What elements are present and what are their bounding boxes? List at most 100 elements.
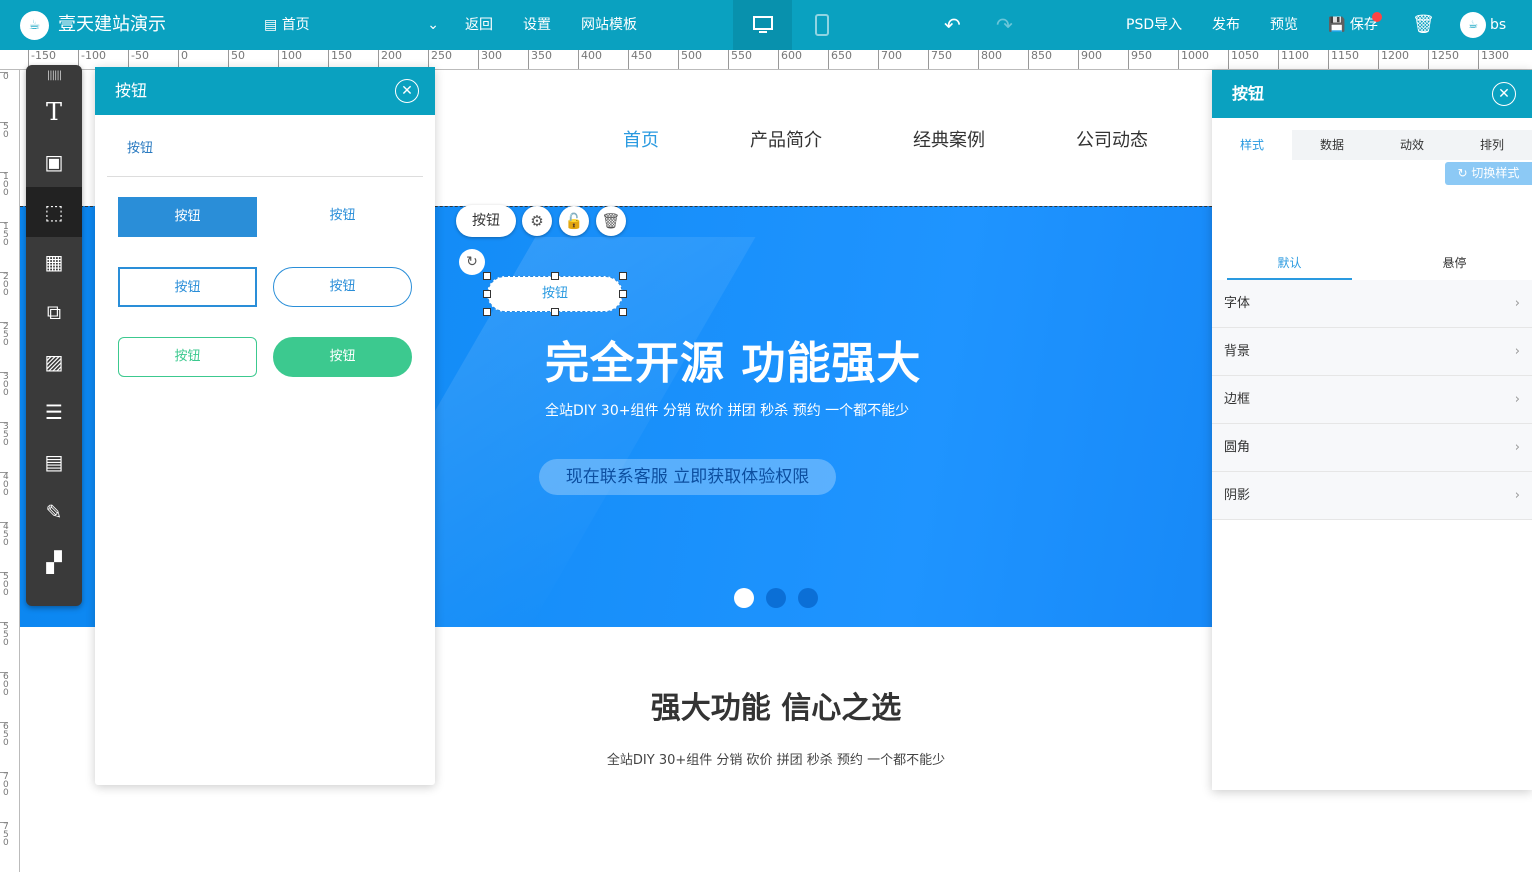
- resize-handle[interactable]: [551, 308, 559, 316]
- ruler-tick: 150: [0, 222, 9, 248]
- switch-style-label: 切换样式: [1471, 166, 1520, 180]
- save-icon: 💾: [1328, 17, 1346, 33]
- prop-shadow[interactable]: 阴影 ›: [1212, 472, 1532, 520]
- psd-import-button[interactable]: PSD导入: [1126, 0, 1182, 50]
- desktop-view-icon[interactable]: [733, 0, 792, 50]
- ruler-tick: 700: [0, 772, 9, 798]
- resize-handle[interactable]: [483, 290, 491, 298]
- resize-handle[interactable]: [483, 272, 491, 280]
- banner-subtitle: 全站DIY 30+组件 分销 砍价 拼团 秒杀 预约 一个都不能少: [545, 403, 910, 419]
- refresh-icon: ↻: [1457, 166, 1472, 180]
- resize-handle[interactable]: [619, 308, 627, 316]
- prop-label: 字体: [1224, 296, 1251, 311]
- menu-tool-icon[interactable]: ☰: [26, 387, 82, 437]
- user-name[interactable]: bs: [1490, 0, 1506, 50]
- ruler-tick: 350: [0, 422, 9, 448]
- ruler-tick: 1250: [1428, 50, 1459, 69]
- mobile-view-icon[interactable]: [792, 0, 851, 50]
- prop-border[interactable]: 边框 ›: [1212, 376, 1532, 424]
- save-button[interactable]: 💾 保存: [1328, 0, 1382, 50]
- ruler-tick: 200: [0, 272, 9, 298]
- lock-icon[interactable]: 🔓: [559, 206, 589, 236]
- avatar[interactable]: ☕: [1460, 12, 1486, 38]
- button-style-solid[interactable]: 按钮: [118, 197, 257, 237]
- trash-icon[interactable]: 🗑: [596, 206, 626, 236]
- resize-handle[interactable]: [619, 272, 627, 280]
- page-select[interactable]: ▤ 首页 ⌄: [264, 0, 439, 50]
- resize-handle[interactable]: [619, 290, 627, 298]
- category-label[interactable]: 按钮: [127, 137, 153, 156]
- site-nav-products[interactable]: 产品简介: [750, 126, 822, 152]
- text-tool-icon[interactable]: T: [26, 87, 82, 137]
- trash-icon[interactable]: 🗑: [1412, 0, 1435, 50]
- prop-background[interactable]: 背景 ›: [1212, 328, 1532, 376]
- drag-handle[interactable]: ||||||: [26, 65, 82, 87]
- switch-style-button[interactable]: ↻ 切换样式: [1445, 162, 1532, 185]
- ruler-tick: 700: [878, 50, 902, 69]
- component-toolbar: |||||| T ▣ ⬚ ▦ ⧉ ▨ ☰ ▤ ✎ ▞: [26, 65, 82, 606]
- close-icon[interactable]: ✕: [1492, 82, 1516, 106]
- tab-default[interactable]: 默认: [1227, 246, 1352, 280]
- image-tool-icon[interactable]: ▣: [26, 137, 82, 187]
- banner-title: 完全开源 功能强大: [545, 338, 922, 389]
- ruler-tick: 1050: [1228, 50, 1259, 69]
- ruler-tick: 550: [728, 50, 752, 69]
- site-nav-home[interactable]: 首页: [623, 126, 659, 152]
- preview-button[interactable]: 预览: [1270, 0, 1298, 50]
- button-style-green-pill[interactable]: 按钮: [273, 337, 412, 377]
- tab-animation[interactable]: 动效: [1372, 130, 1452, 160]
- publish-button[interactable]: 发布: [1212, 0, 1240, 50]
- properties-panel: 按钮 ✕ 样式 数据 动效 排列 ↻ 切换样式 默认 悬停 字体 › 背景 › 边框…: [1212, 70, 1532, 790]
- ruler-tick: 600: [778, 50, 802, 69]
- chevron-right-icon: ›: [1514, 296, 1520, 311]
- carousel-dot[interactable]: [798, 588, 818, 608]
- ruler-tick: 100: [0, 172, 9, 198]
- ruler-tick: 650: [0, 722, 9, 748]
- gear-icon[interactable]: ⚙: [522, 206, 552, 236]
- gallery-tool-icon[interactable]: ⧉: [26, 287, 82, 337]
- tab-data[interactable]: 数据: [1292, 130, 1372, 160]
- banner-cta-button[interactable]: 现在联系客服 立即获取体验权限: [539, 459, 836, 495]
- back-button[interactable]: 返回: [465, 0, 493, 50]
- site-nav-cases[interactable]: 经典案例: [913, 126, 985, 152]
- layout-tool-icon[interactable]: ▦: [26, 237, 82, 287]
- ruler-tick: 600: [0, 672, 9, 698]
- button-style-green-outline[interactable]: 按钮: [118, 337, 257, 377]
- tab-arrange[interactable]: 排列: [1452, 130, 1532, 160]
- prop-radius[interactable]: 圆角 ›: [1212, 424, 1532, 472]
- resize-handle[interactable]: [483, 308, 491, 316]
- carousel-dot[interactable]: [766, 588, 786, 608]
- selected-button-element[interactable]: 按钮: [487, 276, 623, 312]
- ruler-tick: 950: [1128, 50, 1152, 69]
- ruler-tick: 300: [0, 372, 9, 398]
- templates-button[interactable]: 网站模板: [581, 0, 637, 50]
- carousel-dot[interactable]: [734, 588, 754, 608]
- ruler-tick: 1300: [1478, 50, 1509, 69]
- picture-tool-icon[interactable]: ▨: [26, 337, 82, 387]
- close-icon[interactable]: ✕: [395, 79, 419, 103]
- undo-icon[interactable]: ↶: [944, 0, 961, 50]
- button-tool-icon[interactable]: ⬚: [26, 187, 82, 237]
- tab-hover[interactable]: 悬停: [1392, 246, 1517, 280]
- prop-label: 边框: [1224, 392, 1251, 407]
- carousel-dots: [734, 588, 830, 612]
- button-style-pill-outline[interactable]: 按钮: [273, 267, 412, 307]
- ruler-tick: 650: [828, 50, 852, 69]
- ruler-tick: 350: [528, 50, 552, 69]
- form-tool-icon[interactable]: ✎: [26, 487, 82, 537]
- list-tool-icon[interactable]: ▤: [26, 437, 82, 487]
- page-select-value: 首页: [281, 17, 310, 33]
- tab-style[interactable]: 样式: [1212, 130, 1292, 160]
- button-style-outline[interactable]: 按钮: [118, 267, 257, 307]
- button-style-text[interactable]: 按钮: [273, 197, 412, 237]
- prop-font[interactable]: 字体 ›: [1212, 280, 1532, 328]
- panel-header: 按钮 ✕: [1212, 70, 1532, 118]
- element-type-label[interactable]: 按钮: [456, 205, 516, 237]
- chevron-down-icon: ⌄: [427, 17, 439, 33]
- redo-icon[interactable]: ↷: [996, 0, 1013, 50]
- site-nav-news[interactable]: 公司动态: [1076, 126, 1148, 152]
- resize-handle[interactable]: [551, 272, 559, 280]
- widgets-tool-icon[interactable]: ▞: [26, 537, 82, 587]
- rotate-icon[interactable]: ↻: [459, 249, 485, 275]
- settings-button[interactable]: 设置: [523, 0, 551, 50]
